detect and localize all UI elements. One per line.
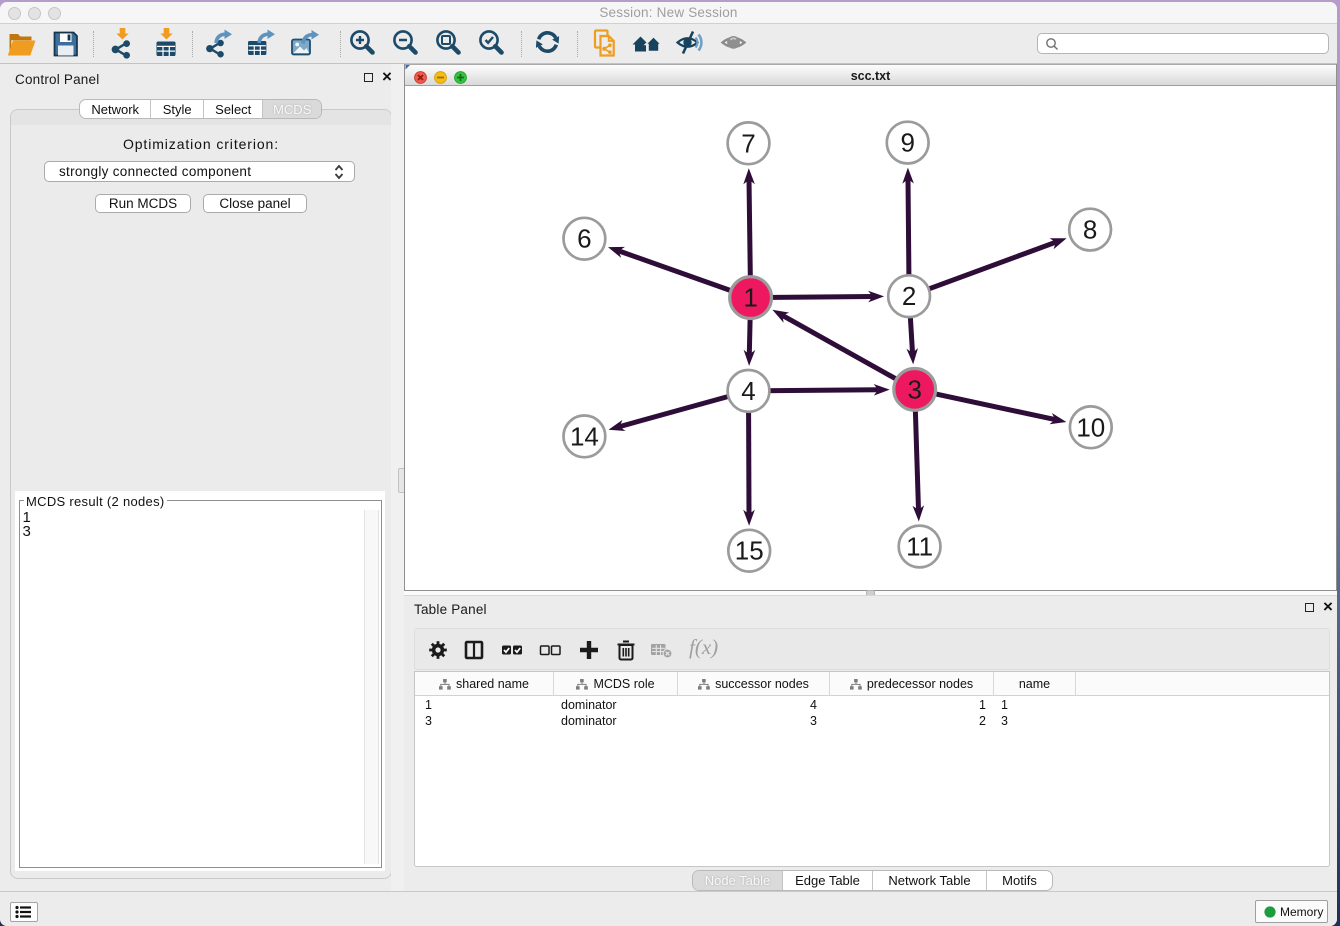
svg-text:15: 15 <box>735 536 764 566</box>
svg-text:14: 14 <box>570 421 599 451</box>
svg-text:11: 11 <box>906 532 933 562</box>
svg-text:6: 6 <box>577 224 591 254</box>
svg-text:4: 4 <box>741 376 755 406</box>
svg-text:8: 8 <box>1083 215 1097 245</box>
svg-text:3: 3 <box>907 374 921 404</box>
svg-text:7: 7 <box>741 128 755 158</box>
svg-text:10: 10 <box>1076 412 1105 442</box>
svg-text:2: 2 <box>902 281 916 311</box>
svg-text:9: 9 <box>900 128 914 158</box>
svg-text:1: 1 <box>743 283 757 313</box>
